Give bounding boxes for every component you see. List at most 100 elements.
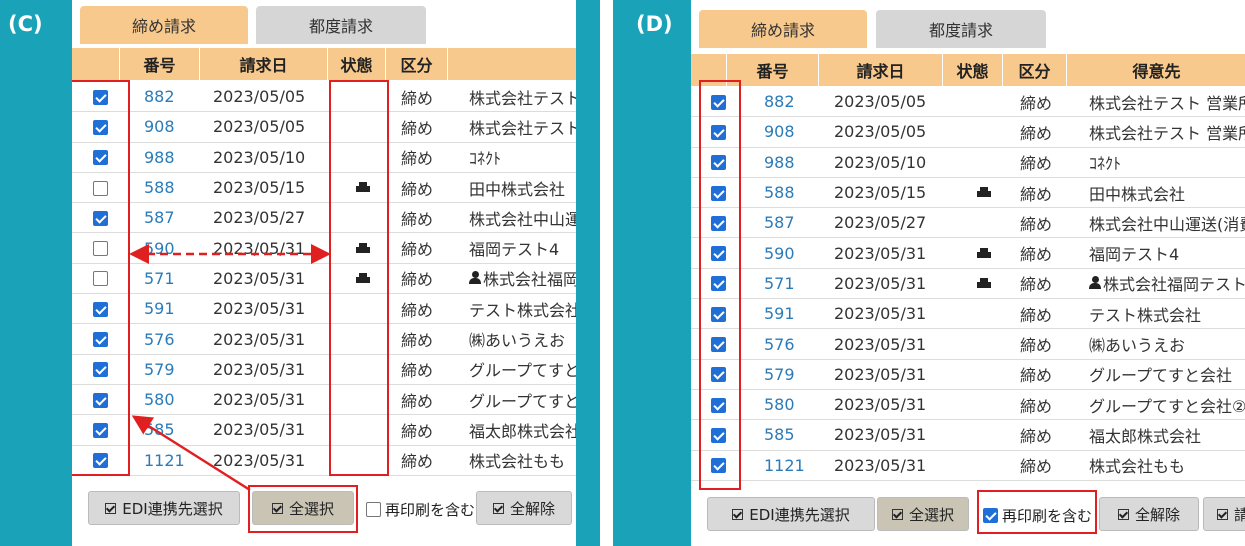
table-row[interactable]: 580 2023/05/31 締め グループてすと会社 — [72, 385, 576, 416]
edi-select-button[interactable]: EDI連携先選択 — [88, 491, 240, 525]
invoice-number-link[interactable]: 585 — [144, 415, 175, 444]
invoice-number-link[interactable]: 591 — [144, 294, 175, 323]
invoice-number-link[interactable]: 590 — [764, 239, 795, 268]
table-row[interactable]: 579 2023/05/31 締め グループてすと会社 — [72, 355, 576, 385]
table-row[interactable]: 571 2023/05/31 締め 株式会社福岡テスト３ — [691, 269, 1245, 300]
row-checkbox[interactable] — [93, 271, 108, 287]
row-checkbox[interactable] — [711, 337, 726, 353]
row-checkbox[interactable] — [711, 124, 726, 140]
status-cell — [977, 178, 991, 207]
row-checkbox[interactable] — [93, 150, 108, 166]
table-row[interactable]: 908 2023/05/05 締め 株式会社テスト — [72, 112, 576, 143]
client-name-text: グループてすと会社 — [1089, 366, 1233, 386]
select-all-button[interactable]: 全選択 — [877, 497, 969, 531]
table-row[interactable]: 591 2023/05/31 締め テスト株式会社 — [72, 294, 576, 325]
invoice-number-link[interactable]: 579 — [764, 360, 795, 389]
invoice-number-link[interactable]: 571 — [144, 264, 175, 293]
invoice-number-link[interactable]: 576 — [144, 324, 175, 353]
invoice-number-link[interactable]: 591 — [764, 299, 795, 328]
table-row[interactable]: 988 2023/05/10 締め ｺﾈｸﾄ — [72, 143, 576, 173]
table-row[interactable]: 576 2023/05/31 締め ㈱あいうえお — [691, 329, 1245, 360]
select-all-button[interactable]: 全選択 — [252, 491, 354, 525]
row-checkbox[interactable] — [93, 332, 108, 348]
edi-select-button[interactable]: EDI連携先選択 — [707, 497, 875, 531]
table-row[interactable]: 571 2023/05/31 締め 株式会社福岡テ — [72, 264, 576, 295]
more-button[interactable]: 請 — [1203, 497, 1245, 531]
row-checkbox[interactable] — [711, 185, 726, 201]
table-row[interactable]: 587 2023/05/27 締め 株式会社中山運 — [72, 203, 576, 234]
table-row[interactable]: 585 2023/05/31 締め 福太郎株式会社 — [72, 415, 576, 446]
invoice-number-link[interactable]: 587 — [144, 203, 175, 232]
row-checkbox[interactable] — [711, 155, 726, 171]
row-checkbox[interactable] — [93, 180, 108, 196]
row-checkbox[interactable] — [93, 89, 108, 105]
invoice-number-link[interactable]: 579 — [144, 355, 175, 384]
row-checkbox[interactable] — [93, 362, 108, 378]
invoice-number-link[interactable]: 590 — [144, 234, 175, 263]
row-checkbox[interactable] — [711, 397, 726, 413]
row-checkbox[interactable] — [93, 241, 108, 257]
table-row[interactable]: 988 2023/05/10 締め ｺﾈｸﾄ — [691, 148, 1245, 178]
row-checkbox[interactable] — [93, 453, 108, 469]
table-row[interactable]: 591 2023/05/31 締め テスト株式会社 — [691, 299, 1245, 330]
table-row[interactable]: 1121 2023/05/31 締め 株式会社もも — [691, 451, 1245, 481]
invoice-number-link[interactable]: 588 — [764, 178, 795, 207]
table-row[interactable]: 882 2023/05/05 締め 株式会社テスト 営業所 — [691, 87, 1245, 118]
row-checkbox[interactable] — [93, 119, 108, 135]
kubun: 締め — [1020, 275, 1053, 295]
invoice-number-link[interactable]: 882 — [764, 87, 795, 116]
reprint-toggle[interactable]: 再印刷を含む — [983, 505, 1099, 526]
table-row[interactable]: 882 2023/05/05 締め 株式会社テスト — [72, 82, 576, 113]
invoice-number-link[interactable]: 1121 — [764, 451, 805, 480]
tab-tsudo[interactable]: 都度請求 — [256, 6, 426, 44]
tab-shime[interactable]: 締め請求 — [699, 10, 867, 48]
row-checkbox[interactable] — [711, 94, 726, 110]
invoice-number-link[interactable]: 988 — [144, 143, 175, 172]
row-checkbox[interactable] — [93, 392, 108, 408]
reprint-checkbox[interactable] — [983, 508, 998, 523]
table-row[interactable]: 576 2023/05/31 締め ㈱あいうえお — [72, 324, 576, 355]
invoice-number-link[interactable]: 908 — [764, 117, 795, 146]
tab-shime[interactable]: 締め請求 — [80, 6, 248, 44]
row-checkbox[interactable] — [93, 210, 108, 226]
table-row[interactable]: 587 2023/05/27 締め 株式会社中山運送(消費 — [691, 208, 1245, 239]
invoice-number-link[interactable]: 588 — [144, 173, 175, 202]
reprint-checkbox[interactable] — [366, 502, 381, 517]
table-row[interactable]: 588 2023/05/15 締め 田中株式会社 — [72, 173, 576, 204]
table-row[interactable]: 590 2023/05/31 締め 福岡テスト4 — [72, 234, 576, 264]
row-checkbox[interactable] — [711, 276, 726, 292]
table-row[interactable]: 579 2023/05/31 締め グループてすと会社 — [691, 360, 1245, 390]
table-row[interactable]: 585 2023/05/31 締め 福太郎株式会社 — [691, 420, 1245, 451]
table-row[interactable]: 588 2023/05/15 締め 田中株式会社 — [691, 178, 1245, 209]
row-checkbox[interactable] — [711, 367, 726, 383]
row-checkbox[interactable] — [93, 422, 108, 438]
deselect-all-button[interactable]: 全解除 — [1099, 497, 1199, 531]
invoice-number-link[interactable]: 587 — [764, 208, 795, 237]
row-checkbox[interactable] — [93, 301, 108, 317]
invoice-number-link[interactable]: 576 — [764, 329, 795, 358]
table-row[interactable]: 590 2023/05/31 締め 福岡テスト4 — [691, 239, 1245, 269]
deselect-all-button[interactable]: 全解除 — [476, 491, 572, 525]
invoice-number-link[interactable]: 585 — [764, 420, 795, 449]
invoice-number-link[interactable]: 882 — [144, 82, 175, 111]
row-checkbox[interactable] — [711, 246, 726, 262]
client-name-text: テスト株式会社 — [469, 300, 576, 320]
reprint-toggle[interactable]: 再印刷を含む — [366, 499, 476, 520]
header-number: 番号 — [727, 54, 819, 86]
invoice-number-link[interactable]: 988 — [764, 148, 795, 177]
tab-tsudo[interactable]: 都度請求 — [876, 10, 1046, 48]
invoice-number-link[interactable]: 571 — [764, 269, 795, 298]
invoice-number-link[interactable]: 580 — [764, 390, 795, 419]
invoice-number-link[interactable]: 1121 — [144, 446, 185, 475]
invoice-number-link[interactable]: 908 — [144, 112, 175, 141]
row-checkbox[interactable] — [711, 458, 726, 474]
row-checkbox[interactable] — [711, 306, 726, 322]
client-name-text: 株式会社テスト 営業所 — [1089, 93, 1245, 113]
invoice-number-link[interactable]: 580 — [144, 385, 175, 414]
invoice-date: 2023/05/31 — [834, 273, 927, 293]
table-row[interactable]: 908 2023/05/05 締め 株式会社テスト 営業所 — [691, 117, 1245, 148]
row-checkbox[interactable] — [711, 427, 726, 443]
row-checkbox[interactable] — [711, 215, 726, 231]
table-row[interactable]: 580 2023/05/31 締め グループてすと会社② — [691, 390, 1245, 421]
table-row[interactable]: 1121 2023/05/31 締め 株式会社もも — [72, 446, 576, 476]
